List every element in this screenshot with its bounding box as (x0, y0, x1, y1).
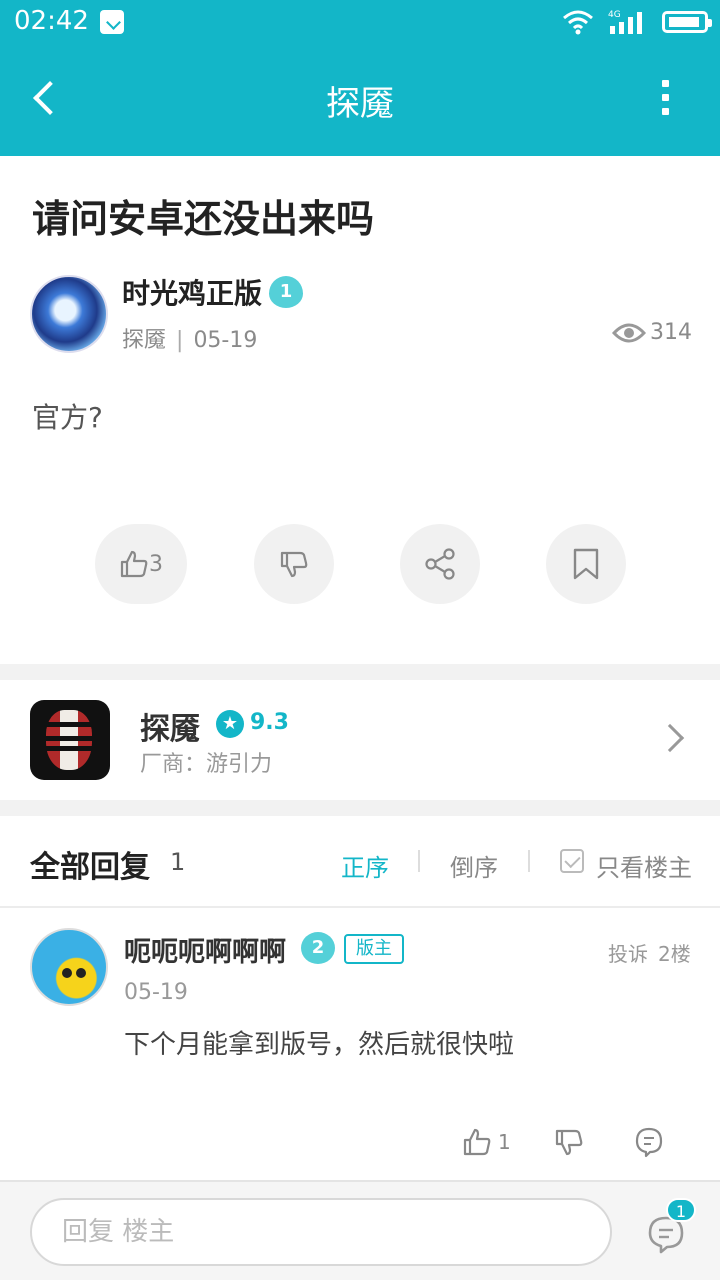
post-title: 请问安卓还没出来吗 (32, 197, 375, 241)
share-button[interactable] (400, 524, 480, 604)
reply-like-button[interactable]: 1 (462, 1122, 511, 1162)
replies-count: 1 (170, 848, 186, 876)
divider (418, 850, 420, 872)
game-name[interactable]: 探魇 (140, 704, 200, 748)
post-actions: 3 (0, 524, 720, 604)
bookmark-icon (573, 548, 599, 580)
thumbs-up-icon (120, 550, 148, 578)
thumbs-up-icon (463, 1128, 491, 1156)
header-divider (0, 906, 720, 908)
like-button[interactable]: 3 (95, 524, 187, 604)
bottom-bar: 回复 楼主 1 (0, 1180, 720, 1280)
dot (662, 108, 669, 115)
share-icon (425, 548, 455, 580)
notification-icon (100, 10, 124, 34)
game-score: 9.3 (250, 710, 289, 735)
nav-bar: 探魇 (0, 46, 720, 156)
sort-descending-tab[interactable]: 倒序 (450, 848, 498, 883)
app-header: 02:42 4G 探魇 (0, 0, 720, 156)
divider (528, 850, 530, 872)
like-count: 3 (149, 551, 163, 577)
thumbs-down-icon (280, 551, 308, 578)
dot (662, 80, 669, 87)
thumbs-down-icon (555, 1129, 583, 1156)
author-avatar[interactable] (30, 275, 108, 353)
moderator-badge: 版主 (344, 934, 404, 964)
only-op-label[interactable]: 只看楼主 (596, 848, 692, 883)
eye-icon (612, 323, 646, 342)
comment-count-badge: 1 (666, 1198, 696, 1222)
post-content: 官方? (32, 401, 103, 434)
reply-text: 下个月能拿到版号，然后就很快啦 (124, 1030, 515, 1060)
only-op-checkbox[interactable] (560, 849, 584, 873)
status-time: 02:42 (14, 6, 89, 36)
dot (662, 94, 669, 101)
battery-icon (662, 11, 712, 33)
author-name[interactable]: 时光鸡正版 (122, 272, 262, 312)
status-bar: 02:42 4G (0, 0, 720, 46)
wifi-icon (563, 10, 593, 35)
game-vendor: 厂商：游引力 (140, 752, 273, 777)
reply-input[interactable]: 回复 楼主 (30, 1198, 612, 1266)
reply-date: 05-19 (124, 980, 188, 1005)
replies-title: 全部回复 (30, 850, 150, 885)
author-level-badge: 1 (269, 276, 303, 308)
chevron-right-icon[interactable] (655, 723, 685, 753)
floor-number: 2楼 (658, 942, 691, 966)
reply-author[interactable]: 呃呃呃啊啊啊 (124, 930, 286, 969)
reply-dislike-button[interactable] (554, 1122, 584, 1162)
post-board[interactable]: 探魇 (122, 328, 166, 353)
view-count-value: 314 (650, 320, 692, 345)
signal-icon: 4G (608, 10, 642, 34)
meta-separator: | (176, 328, 184, 353)
page-title: 探魇 (326, 84, 394, 124)
reply-comment-button[interactable] (634, 1122, 664, 1162)
bookmark-button[interactable] (546, 524, 626, 604)
star-icon: ★ (216, 710, 244, 738)
more-menu-button[interactable] (652, 80, 680, 120)
report-link[interactable]: 投诉 (608, 938, 648, 967)
post-meta: 探魇 | 05-19 (122, 322, 257, 354)
dislike-button[interactable] (254, 524, 334, 604)
reply-level-badge: 2 (301, 932, 335, 964)
game-icon[interactable] (30, 700, 110, 780)
post-date: 05-19 (193, 328, 258, 353)
section-divider (0, 800, 720, 816)
comment-icon (635, 1127, 663, 1158)
sort-ascending-tab[interactable]: 正序 (341, 848, 389, 883)
view-count: 314 (612, 320, 692, 345)
reply-avatar[interactable] (30, 928, 108, 1006)
reply-like-count: 1 (498, 1130, 511, 1154)
network-type: 4G (608, 10, 621, 20)
section-divider (0, 664, 720, 680)
